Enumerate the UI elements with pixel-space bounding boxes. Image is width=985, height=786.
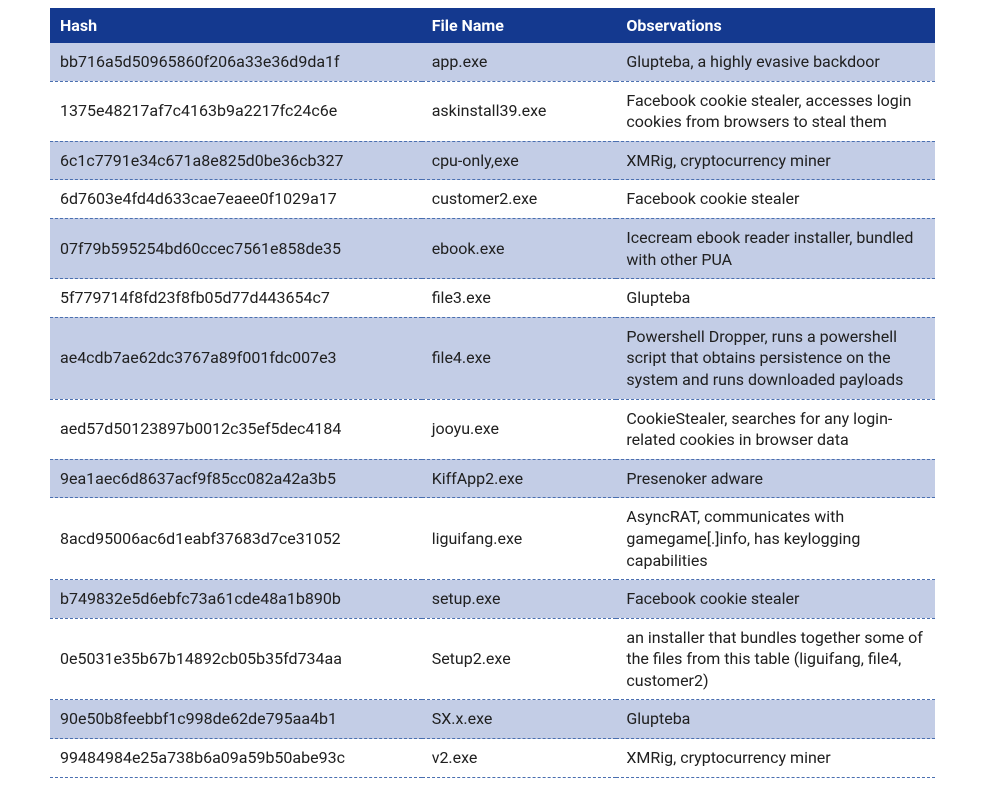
cell-file: app.exe bbox=[422, 43, 617, 81]
cell-obs: XMRig, cryptocurrency miner bbox=[616, 141, 935, 180]
cell-obs: Glupteba bbox=[616, 279, 935, 318]
table-row: 07f79b595254bd60ccec7561e858de35ebook.ex… bbox=[50, 218, 935, 278]
cell-obs: CookieStealer, searches for any login-re… bbox=[616, 399, 935, 459]
cell-file: customer2.exe bbox=[422, 180, 617, 219]
table-row: 99484984e25a738b6a09a59b50abe93cv2.exeXM… bbox=[50, 739, 935, 778]
cell-hash: 9ea1aec6d8637acf9f85cc082a42a3b5 bbox=[50, 459, 422, 498]
cell-hash: 1375e48217af7c4163b9a2217fc24c6e bbox=[50, 81, 422, 141]
cell-obs: Facebook cookie stealer bbox=[616, 580, 935, 619]
cell-obs: Powershell Dropper, runs a powershell sc… bbox=[616, 317, 935, 399]
cell-file: KiffApp2.exe bbox=[422, 459, 617, 498]
table-row: 6c1c7791e34c671a8e825d0be36cb327cpu-only… bbox=[50, 141, 935, 180]
table-row: 5f779714f8fd23f8fb05d77d443654c7file3.ex… bbox=[50, 279, 935, 318]
cell-file: v2.exe bbox=[422, 739, 617, 778]
table-row: 9ea1aec6d8637acf9f85cc082a42a3b5KiffApp2… bbox=[50, 459, 935, 498]
cell-hash: 0e5031e35b67b14892cb05b35fd734aa bbox=[50, 618, 422, 700]
cell-file: jooyu.exe bbox=[422, 399, 617, 459]
table-row: 6d7603e4fd4d633cae7eaee0f1029a17customer… bbox=[50, 180, 935, 219]
header-file: File Name bbox=[422, 8, 617, 43]
cell-file: ebook.exe bbox=[422, 218, 617, 278]
cell-obs: Icecream ebook reader installer, bundled… bbox=[616, 218, 935, 278]
cell-obs: Facebook cookie stealer, accesses login … bbox=[616, 81, 935, 141]
cell-file: SX.x.exe bbox=[422, 700, 617, 739]
table-row: b749832e5d6ebfc73a61cde48a1b890bsetup.ex… bbox=[50, 580, 935, 619]
cell-obs: XMRig, cryptocurrency miner bbox=[616, 739, 935, 778]
cell-obs: Presenoker adware bbox=[616, 459, 935, 498]
cell-file: Setup2.exe bbox=[422, 618, 617, 700]
cell-file: askinstall39.exe bbox=[422, 81, 617, 141]
table-row: 90e50b8feebbf1c998de62de795aa4b1SX.x.exe… bbox=[50, 700, 935, 739]
cell-file: liguifang.exe bbox=[422, 498, 617, 580]
cell-hash: 6c1c7791e34c671a8e825d0be36cb327 bbox=[50, 141, 422, 180]
table-row: aed57d50123897b0012c35ef5dec4184jooyu.ex… bbox=[50, 399, 935, 459]
cell-obs: Glupteba, a highly evasive backdoor bbox=[616, 43, 935, 81]
cell-obs: an installer that bundles together some … bbox=[616, 618, 935, 700]
table-row: bb716a5d50965860f206a33e36d9da1fapp.exeG… bbox=[50, 43, 935, 81]
cell-hash: ae4cdb7ae62dc3767a89f001fdc007e3 bbox=[50, 317, 422, 399]
cell-hash: bb716a5d50965860f206a33e36d9da1f bbox=[50, 43, 422, 81]
cell-obs: AsyncRAT, communicates with gamegame[.]i… bbox=[616, 498, 935, 580]
table-row: 1375e48217af7c4163b9a2217fc24c6easkinsta… bbox=[50, 81, 935, 141]
cell-obs: Glupteba bbox=[616, 700, 935, 739]
cell-file: file4.exe bbox=[422, 317, 617, 399]
cell-obs: Facebook cookie stealer bbox=[616, 180, 935, 219]
malware-table: Hash File Name Observations bb716a5d5096… bbox=[50, 8, 935, 778]
cell-hash: aed57d50123897b0012c35ef5dec4184 bbox=[50, 399, 422, 459]
cell-file: file3.exe bbox=[422, 279, 617, 318]
table-row: 8acd95006ac6d1eabf37683d7ce31052liguifan… bbox=[50, 498, 935, 580]
cell-file: setup.exe bbox=[422, 580, 617, 619]
cell-file: cpu-only,exe bbox=[422, 141, 617, 180]
header-obs: Observations bbox=[616, 8, 935, 43]
cell-hash: 6d7603e4fd4d633cae7eaee0f1029a17 bbox=[50, 180, 422, 219]
cell-hash: 99484984e25a738b6a09a59b50abe93c bbox=[50, 739, 422, 778]
header-hash: Hash bbox=[50, 8, 422, 43]
cell-hash: b749832e5d6ebfc73a61cde48a1b890b bbox=[50, 580, 422, 619]
cell-hash: 90e50b8feebbf1c998de62de795aa4b1 bbox=[50, 700, 422, 739]
table-row: 0e5031e35b67b14892cb05b35fd734aaSetup2.e… bbox=[50, 618, 935, 700]
cell-hash: 07f79b595254bd60ccec7561e858de35 bbox=[50, 218, 422, 278]
cell-hash: 8acd95006ac6d1eabf37683d7ce31052 bbox=[50, 498, 422, 580]
cell-hash: 5f779714f8fd23f8fb05d77d443654c7 bbox=[50, 279, 422, 318]
table-row: ae4cdb7ae62dc3767a89f001fdc007e3file4.ex… bbox=[50, 317, 935, 399]
table-header-row: Hash File Name Observations bbox=[50, 8, 935, 43]
